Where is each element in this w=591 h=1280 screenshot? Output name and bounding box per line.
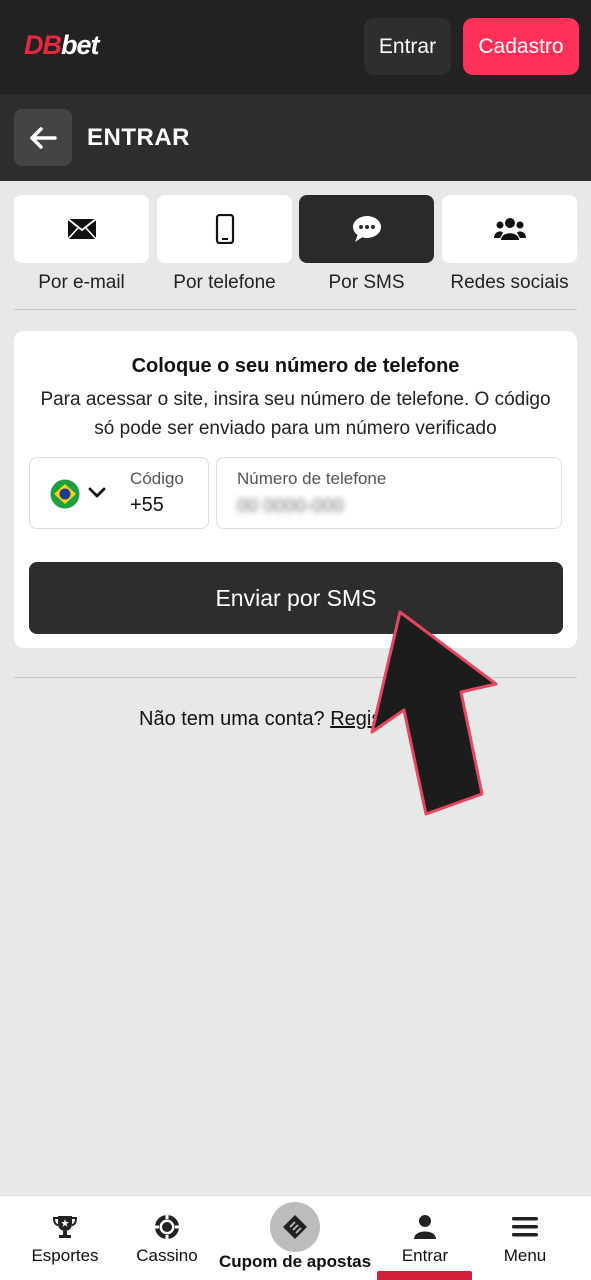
users-icon — [493, 218, 526, 240]
dbbet-logo[interactable]: DBbet — [24, 30, 99, 61]
tab-social[interactable] — [442, 195, 577, 263]
tab-phone[interactable] — [157, 195, 292, 263]
phone-label: Número de telefone — [237, 469, 387, 488]
casino-chip-icon — [155, 1215, 179, 1239]
register-button[interactable]: Cadastro — [463, 18, 579, 75]
user-icon — [414, 1215, 436, 1239]
bottom-nav: Esportes Cassino Cupom de apostas Entrar… — [0, 1195, 591, 1280]
form-title: Coloque o seu número de telefone — [131, 355, 460, 377]
no-account-question: Não tem uma conta? — [139, 708, 331, 730]
country-code-select[interactable]: Código +55 — [29, 457, 209, 529]
nav-login[interactable]: Entrar — [382, 1196, 468, 1280]
logo-bet-text: bet — [61, 30, 99, 60]
nav-menu[interactable]: Menu — [482, 1196, 568, 1280]
phone-icon — [215, 214, 234, 244]
phone-field[interactable]: Número de telefone — [216, 457, 562, 529]
nav-casino[interactable]: Cassino — [124, 1196, 210, 1280]
chevron-down-icon — [88, 487, 106, 498]
divider — [14, 309, 577, 310]
page-header: ENTRAR — [0, 94, 591, 181]
brazil-flag-icon — [50, 479, 80, 509]
tab-social-label: Redes sociais — [450, 272, 569, 293]
nav-menu-label: Menu — [503, 1246, 547, 1265]
chat-bubble-icon — [352, 216, 381, 242]
tab-email[interactable] — [14, 195, 149, 263]
nav-sports[interactable]: Esportes — [22, 1196, 108, 1280]
arrow-left-icon — [30, 126, 57, 149]
login-button[interactable]: Entrar — [364, 18, 451, 75]
ticket-icon — [283, 1215, 307, 1239]
nav-casino-label: Cassino — [136, 1246, 198, 1265]
tab-sms[interactable] — [299, 195, 434, 263]
back-button[interactable] — [14, 109, 72, 166]
nav-active-indicator — [377, 1271, 472, 1280]
code-value: +55 — [130, 494, 164, 516]
logo-db-text: DB — [24, 30, 62, 60]
nav-coupon-label: Cupom de apostas — [218, 1252, 372, 1271]
code-label: Código — [130, 469, 184, 488]
nav-coupon[interactable] — [270, 1202, 320, 1252]
nav-sports-label: Esportes — [31, 1246, 99, 1265]
tab-phone-label: Por telefone — [173, 272, 276, 293]
phone-input[interactable] — [237, 494, 537, 520]
page-title: ENTRAR — [87, 124, 190, 151]
tab-email-label: Por e-mail — [38, 272, 125, 293]
form-description: Para acessar o site, insira seu número d… — [40, 389, 551, 439]
nav-login-label: Entrar — [401, 1246, 449, 1265]
trophy-icon — [52, 1216, 78, 1238]
hamburger-icon — [512, 1217, 538, 1237]
top-bar: DBbet Entrar Cadastro — [0, 0, 591, 94]
tab-sms-label: Por SMS — [328, 272, 405, 293]
envelope-icon — [66, 218, 97, 240]
pointer-arrow-icon — [370, 610, 498, 816]
